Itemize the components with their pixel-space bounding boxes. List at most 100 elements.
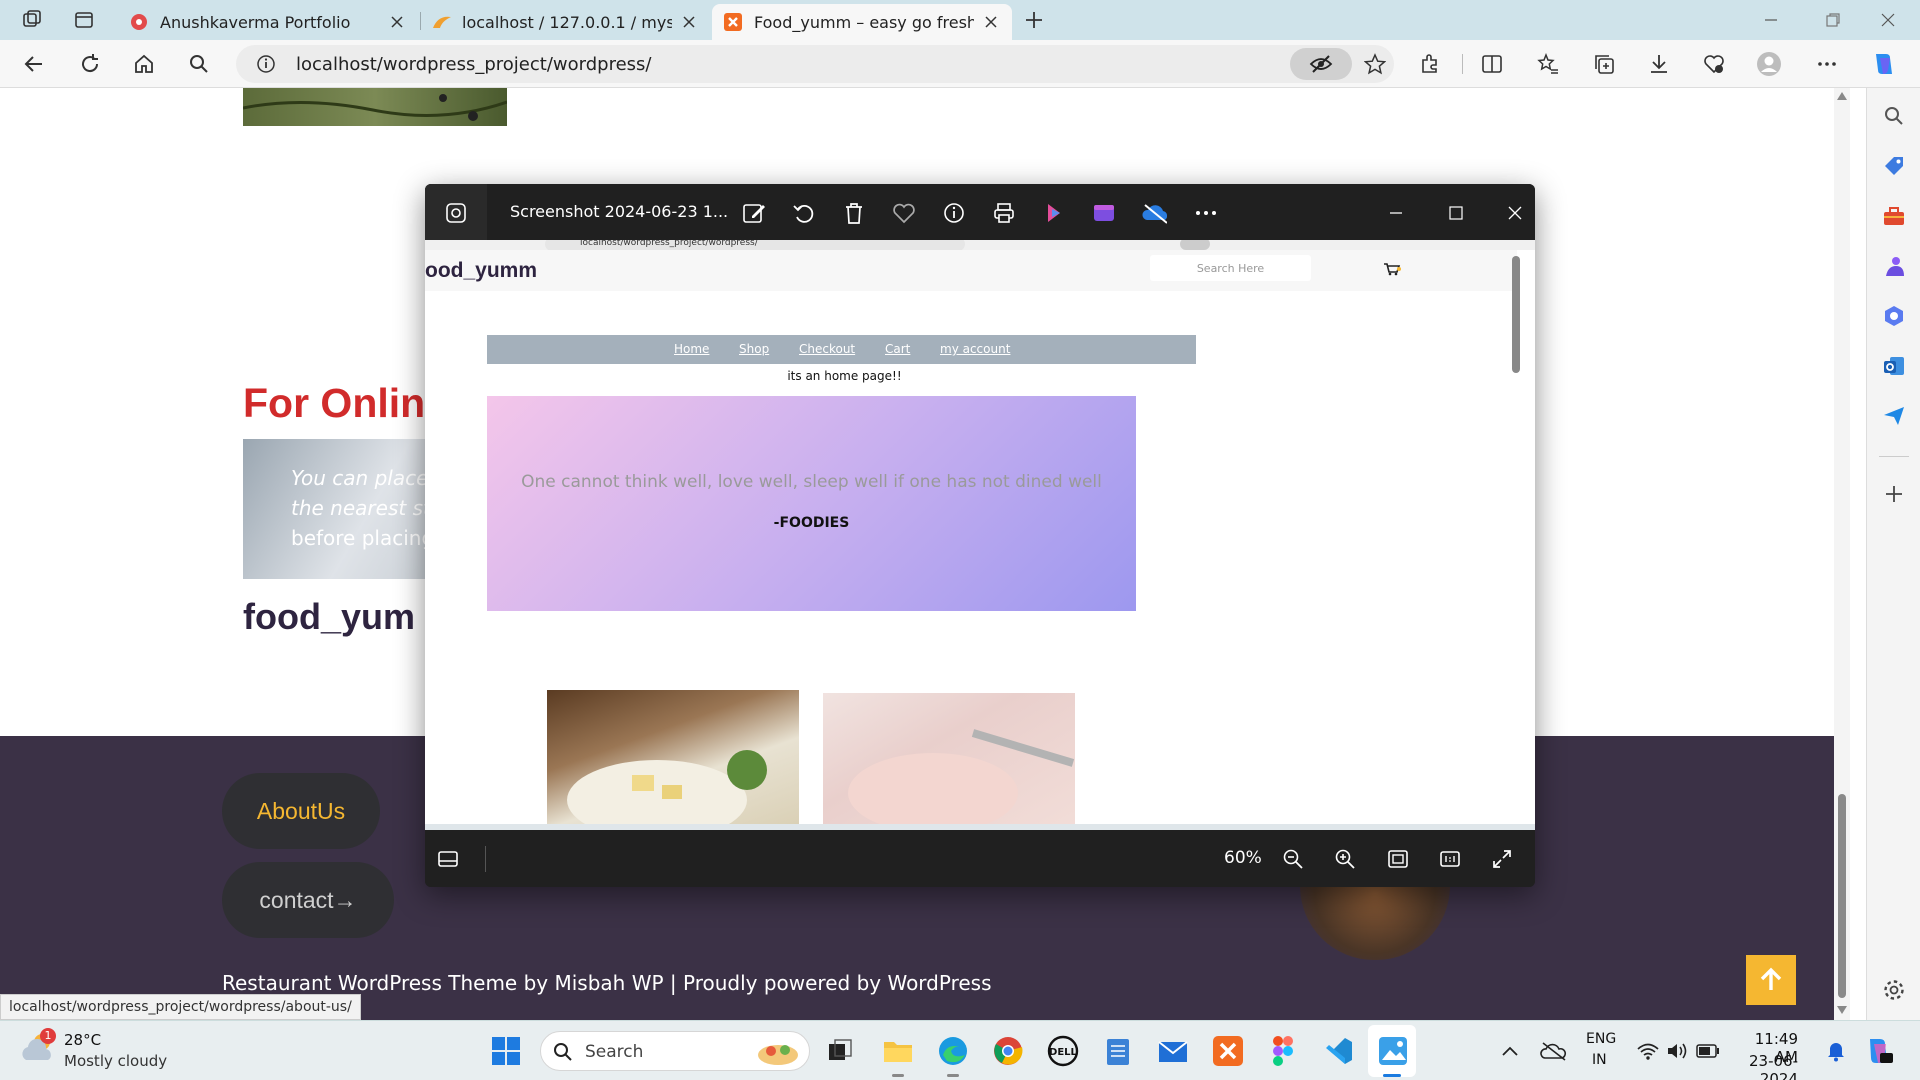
file-info-icon[interactable]	[941, 200, 967, 226]
address-url: localhost/wordpress_project/wordpress/	[296, 54, 652, 75]
favorite-star-icon[interactable]	[1364, 53, 1386, 75]
chrome-icon[interactable]	[990, 1033, 1026, 1069]
edit-image-icon[interactable]	[741, 200, 767, 226]
banner-line-3: before placing	[291, 526, 435, 550]
close-tab-icon[interactable]	[388, 13, 406, 31]
games-icon[interactable]	[1880, 252, 1908, 280]
browser-essentials-icon[interactable]	[1698, 48, 1730, 80]
notification-bell-icon[interactable]	[1818, 1033, 1854, 1069]
refresh-icon[interactable]	[74, 48, 106, 80]
tab-actions-icon[interactable]	[68, 4, 100, 36]
scroll-to-top-button[interactable]	[1746, 955, 1796, 1005]
viewer-maximize-icon[interactable]	[1443, 200, 1469, 226]
tab-title: Food_yumm – easy go fresh veg	[754, 12, 974, 32]
phpmyadmin-favicon	[432, 13, 451, 31]
back-icon[interactable]	[18, 48, 50, 80]
portfolio-favicon	[130, 13, 148, 31]
onedrive-sync-icon[interactable]	[1141, 200, 1167, 226]
split-screen-icon[interactable]	[1476, 48, 1508, 80]
scrollbar-thumb[interactable]	[1838, 794, 1846, 998]
search-icon[interactable]	[183, 48, 215, 80]
minimize-icon[interactable]	[1755, 4, 1787, 36]
page-scrollbar[interactable]	[1834, 88, 1850, 1020]
favorite-heart-icon[interactable]	[891, 200, 917, 226]
workspaces-icon[interactable]	[16, 4, 48, 36]
tools-icon[interactable]	[1880, 202, 1908, 230]
copilot-app-icon[interactable]	[1880, 302, 1908, 330]
clock-date[interactable]: 23-06-2024	[1732, 1052, 1798, 1080]
actual-size-icon[interactable]	[1437, 846, 1463, 872]
photos-app-icon[interactable]	[1375, 1033, 1411, 1069]
profile-avatar[interactable]	[1753, 48, 1785, 80]
language-code[interactable]: ENG	[1586, 1031, 1616, 1047]
viewer-minimize-icon[interactable]	[1383, 200, 1409, 226]
close-window-icon[interactable]	[1872, 4, 1904, 36]
copilot-icon[interactable]	[1868, 48, 1900, 80]
full-screen-icon[interactable]	[1489, 846, 1515, 872]
zoom-in-icon[interactable]	[1332, 846, 1358, 872]
battery-icon[interactable]	[1690, 1033, 1726, 1069]
viewer-close-icon[interactable]	[1502, 200, 1528, 226]
inner-nav-my-account: my account	[940, 342, 1011, 356]
notepad-icon[interactable]	[1100, 1033, 1136, 1069]
weather-temp: 28°C	[64, 1031, 102, 1049]
inner-food-image-2	[823, 693, 1075, 830]
vscode-icon[interactable]	[1320, 1033, 1356, 1069]
home-icon[interactable]	[128, 48, 160, 80]
restore-icon[interactable]	[1817, 4, 1849, 36]
fit-to-window-icon[interactable]	[1385, 846, 1411, 872]
close-tab-icon[interactable]	[982, 13, 1000, 31]
inner-search-input: Search Here	[1150, 255, 1311, 281]
sidebar-search-icon[interactable]	[1880, 102, 1908, 130]
tab-bar: Anushkaverma Portfolio localhost / 127.0…	[0, 0, 1920, 40]
inner-nav-cart: Cart	[885, 342, 911, 356]
dell-icon[interactable]: DELL	[1045, 1033, 1081, 1069]
collections-icon[interactable]	[1588, 48, 1620, 80]
weather-icon[interactable]: 1	[20, 1028, 56, 1064]
about-us-button[interactable]: AboutUs	[222, 773, 380, 849]
zoom-out-icon[interactable]	[1280, 846, 1306, 872]
copilot-taskbar-icon[interactable]	[1860, 1033, 1896, 1069]
new-tab-icon[interactable]	[1018, 4, 1050, 36]
figma-icon[interactable]	[1265, 1033, 1301, 1069]
delete-icon[interactable]	[841, 200, 867, 226]
taskbar-search[interactable]: Search	[540, 1031, 810, 1071]
send-icon[interactable]	[1880, 402, 1908, 430]
outlook-icon[interactable]	[1880, 352, 1908, 380]
xampp-icon[interactable]	[1210, 1033, 1246, 1069]
more-options-icon[interactable]	[1811, 48, 1843, 80]
favorites-icon[interactable]	[1532, 48, 1564, 80]
close-tab-icon[interactable]	[680, 13, 698, 31]
video-editor-icon[interactable]	[1091, 200, 1117, 226]
address-bar[interactable]: localhost/wordpress_project/wordpress/	[236, 45, 1394, 83]
inner-nav-home: Home	[674, 342, 710, 356]
clipchamp-icon[interactable]	[1041, 200, 1067, 226]
task-view-icon[interactable]	[822, 1033, 858, 1069]
add-sidebar-app-icon[interactable]	[1880, 480, 1908, 508]
print-icon[interactable]	[991, 200, 1017, 226]
extensions-icon[interactable]	[1414, 48, 1446, 80]
downloads-icon[interactable]	[1643, 48, 1675, 80]
tab-food-yumm[interactable]: Food_yumm – easy go fresh veg	[712, 4, 1012, 40]
region-code[interactable]: IN	[1592, 1052, 1607, 1068]
online-order-heading: For Onlin	[243, 380, 426, 426]
svg-text:DELL: DELL	[1049, 1047, 1078, 1058]
xampp-favicon	[724, 13, 742, 31]
show-hidden-icons[interactable]	[1492, 1033, 1528, 1069]
sidebar-settings-icon[interactable]	[1880, 976, 1908, 1004]
onedrive-icon[interactable]	[1536, 1033, 1572, 1069]
tab-phpmyadmin[interactable]: localhost / 127.0.0.1 / mysql / us	[420, 4, 710, 40]
contact-button[interactable]: contact→	[222, 862, 394, 938]
file-explorer-icon[interactable]	[880, 1033, 916, 1069]
shopping-tag-icon[interactable]	[1880, 152, 1908, 180]
edge-icon[interactable]	[935, 1033, 971, 1069]
rotate-icon[interactable]	[791, 200, 817, 226]
start-button[interactable]	[488, 1033, 524, 1069]
site-info-icon[interactable]	[256, 54, 276, 74]
tracking-prevention-icon[interactable]	[1290, 48, 1352, 80]
tab-portfolio[interactable]: Anushkaverma Portfolio	[118, 4, 418, 40]
filmstrip-icon[interactable]	[435, 846, 461, 872]
more-options-icon[interactable]	[1193, 200, 1219, 226]
mail-icon[interactable]	[1155, 1033, 1191, 1069]
browser-toolbar: localhost/wordpress_project/wordpress/	[0, 40, 1920, 88]
